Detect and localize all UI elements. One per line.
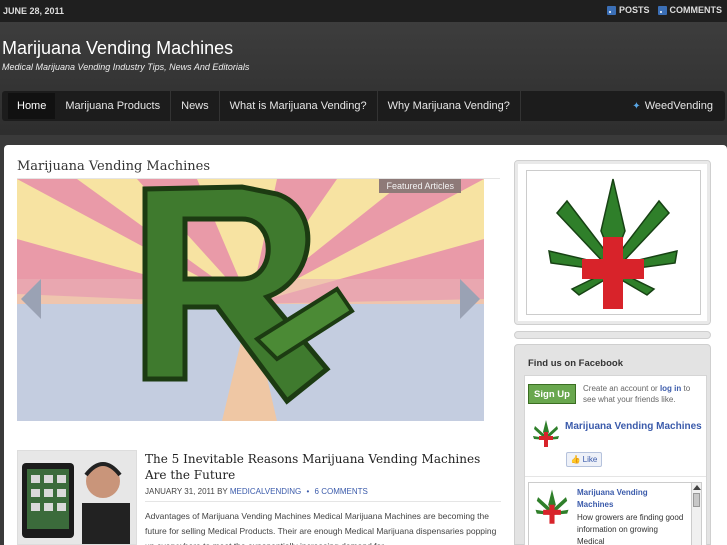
main-nav: Home Marijuana Products News What is Mar… (2, 91, 725, 121)
divider (145, 501, 501, 502)
facebook-signup-button[interactable]: Sign Up (528, 384, 576, 404)
feed-avatar[interactable] (533, 487, 571, 525)
content-area: Marijuana Vending Machines Featured Arti… (4, 145, 727, 545)
site-title[interactable]: Marijuana Vending Machines (2, 38, 233, 59)
nav-item-what-is-vending[interactable]: What is Marijuana Vending? (220, 91, 378, 121)
rss-icon (606, 5, 616, 15)
post-author-link[interactable]: MEDICALVENDING (230, 487, 301, 496)
post-thumbnail[interactable] (17, 450, 137, 545)
signup-text-pre: Create an account or (583, 384, 660, 393)
comments-feed-label: COMMENTS (669, 5, 723, 15)
post-by: BY (217, 487, 228, 496)
slider-next-arrow[interactable] (460, 279, 480, 319)
feed-links: POSTS COMMENTS (606, 5, 723, 15)
page-avatar[interactable] (531, 418, 561, 448)
cannabis-cross-logo (548, 178, 678, 309)
comments-feed-link[interactable]: COMMENTS (657, 5, 723, 15)
top-bar: JUNE 28, 2011 POSTS COMMENTS (0, 0, 727, 22)
rss-icon (657, 5, 667, 15)
posts-feed-link[interactable]: POSTS (606, 5, 650, 15)
post-thumbnail-image (18, 451, 136, 544)
nav-item-marijuana-products[interactable]: Marijuana Products (55, 91, 172, 121)
feed-post-text: How growers are finding good information… (577, 513, 684, 545)
section-title: Marijuana Vending Machines (17, 159, 211, 174)
facebook-likebox: Sign Up Create an account or log in to s… (524, 375, 707, 545)
post-meta: JANUARY 31, 2011 BY MEDICALVENDING • 6 C… (145, 487, 368, 496)
facebook-heading: Find us on Facebook (528, 358, 624, 369)
feed-post-author[interactable]: Marijuana Vending Machines (577, 487, 667, 511)
post-title[interactable]: The 5 Inevitable Reasons Marijuana Vendi… (145, 451, 501, 483)
sidebar-logo-widget (514, 160, 711, 325)
divider (525, 476, 706, 477)
thumbs-up-icon: 👍 (570, 455, 581, 464)
facebook-page-name[interactable]: Marijuana Vending Machines (565, 420, 705, 433)
site-tagline: Medical Marijuana Vending Industry Tips,… (2, 62, 250, 72)
nav-item-why-vending[interactable]: Why Marijuana Vending? (378, 91, 521, 121)
post-excerpt: Advantages of Marijuana Vending Machines… (145, 511, 497, 545)
date-label: JUNE 28, 2011 (3, 6, 65, 16)
twitter-bird-icon: ✦ (632, 100, 641, 112)
post-date: JANUARY 31, 2011 (145, 487, 215, 496)
featured-articles-tag[interactable]: Featured Articles (379, 179, 461, 193)
featured-slider[interactable]: Featured Articles (17, 179, 484, 421)
twitter-label: WeedVending (644, 100, 713, 112)
scroll-thumb[interactable] (693, 493, 700, 507)
site-logo[interactable] (526, 170, 701, 315)
facebook-feed[interactable]: Marijuana Vending Machines How growers a… (528, 482, 702, 545)
slider-prev-arrow[interactable] (21, 279, 41, 319)
meta-bullet: • (306, 487, 310, 496)
scroll-up-arrow-icon[interactable] (693, 485, 701, 490)
nav-item-news[interactable]: News (171, 91, 220, 121)
facebook-like-button[interactable]: 👍 Like (566, 452, 602, 467)
site-header: Marijuana Vending Machines Medical Marij… (0, 22, 727, 135)
like-label: Like (582, 455, 598, 464)
facebook-login-link[interactable]: log in (660, 384, 681, 393)
twitter-link[interactable]: ✦ WeedVending (632, 91, 725, 121)
sidebar-separator (514, 331, 711, 339)
posts-feed-label: POSTS (618, 5, 650, 15)
nav-item-home[interactable]: Home (8, 93, 56, 119)
post-comments-link[interactable]: 6 COMMENTS (315, 487, 368, 496)
facebook-widget: Find us on Facebook Sign Up Create an ac… (514, 344, 711, 545)
feed-scrollbar[interactable] (691, 483, 701, 545)
featured-slide-image (17, 179, 484, 421)
facebook-signup-text: Create an account or log in to see what … (583, 383, 703, 405)
